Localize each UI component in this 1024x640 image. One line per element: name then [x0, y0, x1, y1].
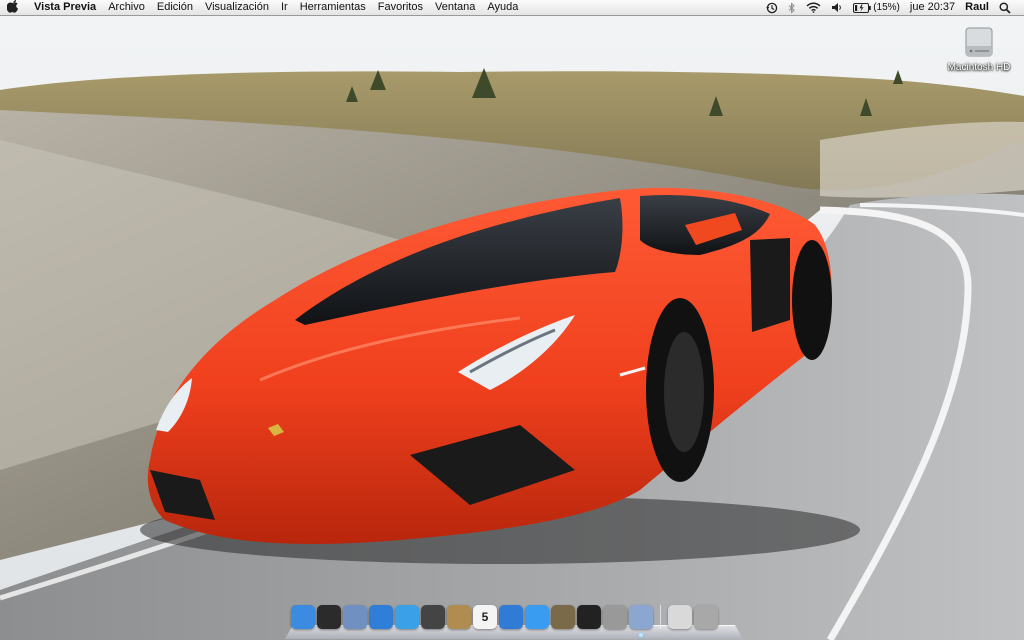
- dock: 5: [285, 601, 743, 640]
- image-capture-icon[interactable]: [603, 605, 627, 629]
- menu-ventana[interactable]: Ventana: [429, 0, 481, 15]
- preview-icon[interactable]: [629, 605, 653, 637]
- safari-icon[interactable]: [369, 605, 393, 629]
- menu-visualizacion[interactable]: Visualización: [199, 0, 275, 15]
- menu-ir[interactable]: Ir: [275, 0, 294, 15]
- aperture-icon[interactable]: [577, 605, 601, 629]
- time-machine-icon[interactable]: [761, 2, 783, 14]
- facetime-icon[interactable]: [395, 605, 419, 629]
- iphoto-icon[interactable]: [551, 605, 575, 629]
- macintosh-hd-icon[interactable]: Macintosh HD: [944, 26, 1014, 73]
- menu-bar: Vista Previa Archivo Edición Visualizaci…: [0, 0, 1024, 16]
- ical-date: 5: [481, 610, 489, 624]
- dock-icons: 5: [291, 605, 718, 637]
- menu-edicion[interactable]: Edición: [151, 0, 199, 15]
- menu-archivo[interactable]: Archivo: [102, 0, 151, 15]
- trash-icon[interactable]: [694, 605, 718, 629]
- apple-icon[interactable]: [0, 0, 26, 16]
- menu-favoritos[interactable]: Favoritos: [372, 0, 429, 15]
- menu-user[interactable]: Raul: [960, 0, 994, 15]
- volume-icon[interactable]: [826, 2, 848, 13]
- contacts-icon[interactable]: [447, 605, 471, 629]
- menu-ayuda[interactable]: Ayuda: [481, 0, 524, 15]
- menu-clock[interactable]: jue 20:37: [905, 0, 960, 15]
- mail-icon[interactable]: [343, 605, 367, 629]
- hard-drive-icon: [964, 26, 994, 60]
- running-indicator: [639, 633, 643, 637]
- dashboard-icon[interactable]: [317, 605, 341, 629]
- finder-icon[interactable]: [291, 605, 315, 629]
- desktop-wallpaper: [0, 0, 1024, 640]
- dock-separator: [660, 605, 661, 629]
- ical-icon[interactable]: 5: [473, 605, 497, 629]
- menu-herramientas[interactable]: Herramientas: [294, 0, 372, 15]
- spotlight-icon[interactable]: [994, 1, 1016, 14]
- menu-app-name[interactable]: Vista Previa: [26, 0, 102, 15]
- itunes-icon[interactable]: [499, 605, 523, 629]
- battery-icon: [853, 2, 872, 13]
- macintosh-hd-label: Macintosh HD: [947, 62, 1011, 73]
- wifi-icon[interactable]: [801, 2, 826, 13]
- battery-percent: (15%): [873, 2, 900, 13]
- downloads-stack-icon[interactable]: [668, 605, 692, 629]
- battery-status[interactable]: (15%): [848, 0, 905, 15]
- bluetooth-icon[interactable]: [783, 1, 801, 14]
- photo-booth-icon[interactable]: [421, 605, 445, 629]
- app-store-icon[interactable]: [525, 605, 549, 629]
